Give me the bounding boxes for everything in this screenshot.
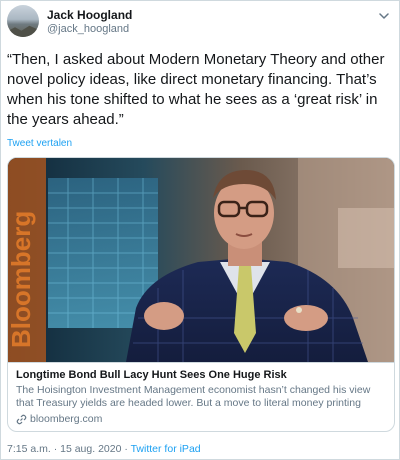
card-body[interactable]: Longtime Bond Bull Lacy Hunt Sees One Hu… bbox=[8, 362, 394, 431]
meta-separator: · bbox=[124, 443, 128, 455]
card-domain-text: bloomberg.com bbox=[30, 413, 103, 425]
tweet-container: Jack Hoogland @jack_hoogland “Then, I as… bbox=[0, 0, 400, 460]
card-title[interactable]: Longtime Bond Bull Lacy Hunt Sees One Hu… bbox=[16, 369, 388, 381]
card-description: The Hoisington Investment Management eco… bbox=[16, 384, 371, 409]
chevron-down-icon[interactable] bbox=[377, 9, 391, 23]
avatar[interactable] bbox=[7, 5, 39, 37]
author-name[interactable]: Jack Hoogland bbox=[47, 8, 132, 22]
author-handle[interactable]: @jack_hoogland bbox=[47, 23, 129, 35]
tweet-time[interactable]: 7:15 a.m. bbox=[7, 443, 51, 455]
tweet-meta: 7:15 a.m. · 15 aug. 2020 · Twitter for i… bbox=[7, 443, 201, 455]
card-domain[interactable]: bloomberg.com bbox=[16, 413, 388, 425]
tweet-source[interactable]: Twitter for iPad bbox=[131, 443, 201, 455]
meta-separator: · bbox=[53, 443, 58, 455]
article-photo[interactable]: Bloomberg bbox=[8, 158, 394, 362]
tweet-date[interactable]: 15 aug. 2020 bbox=[60, 443, 121, 455]
photo-brand-text: Bloomberg bbox=[8, 211, 36, 348]
translate-link[interactable]: Tweet vertalen bbox=[7, 138, 72, 149]
tweet-text: “Then, I asked about Modern Monetary The… bbox=[7, 51, 385, 128]
link-card[interactable]: Bloomberg Longtime Bond Bull Lacy Hunt S… bbox=[7, 157, 395, 432]
link-icon bbox=[16, 414, 27, 424]
